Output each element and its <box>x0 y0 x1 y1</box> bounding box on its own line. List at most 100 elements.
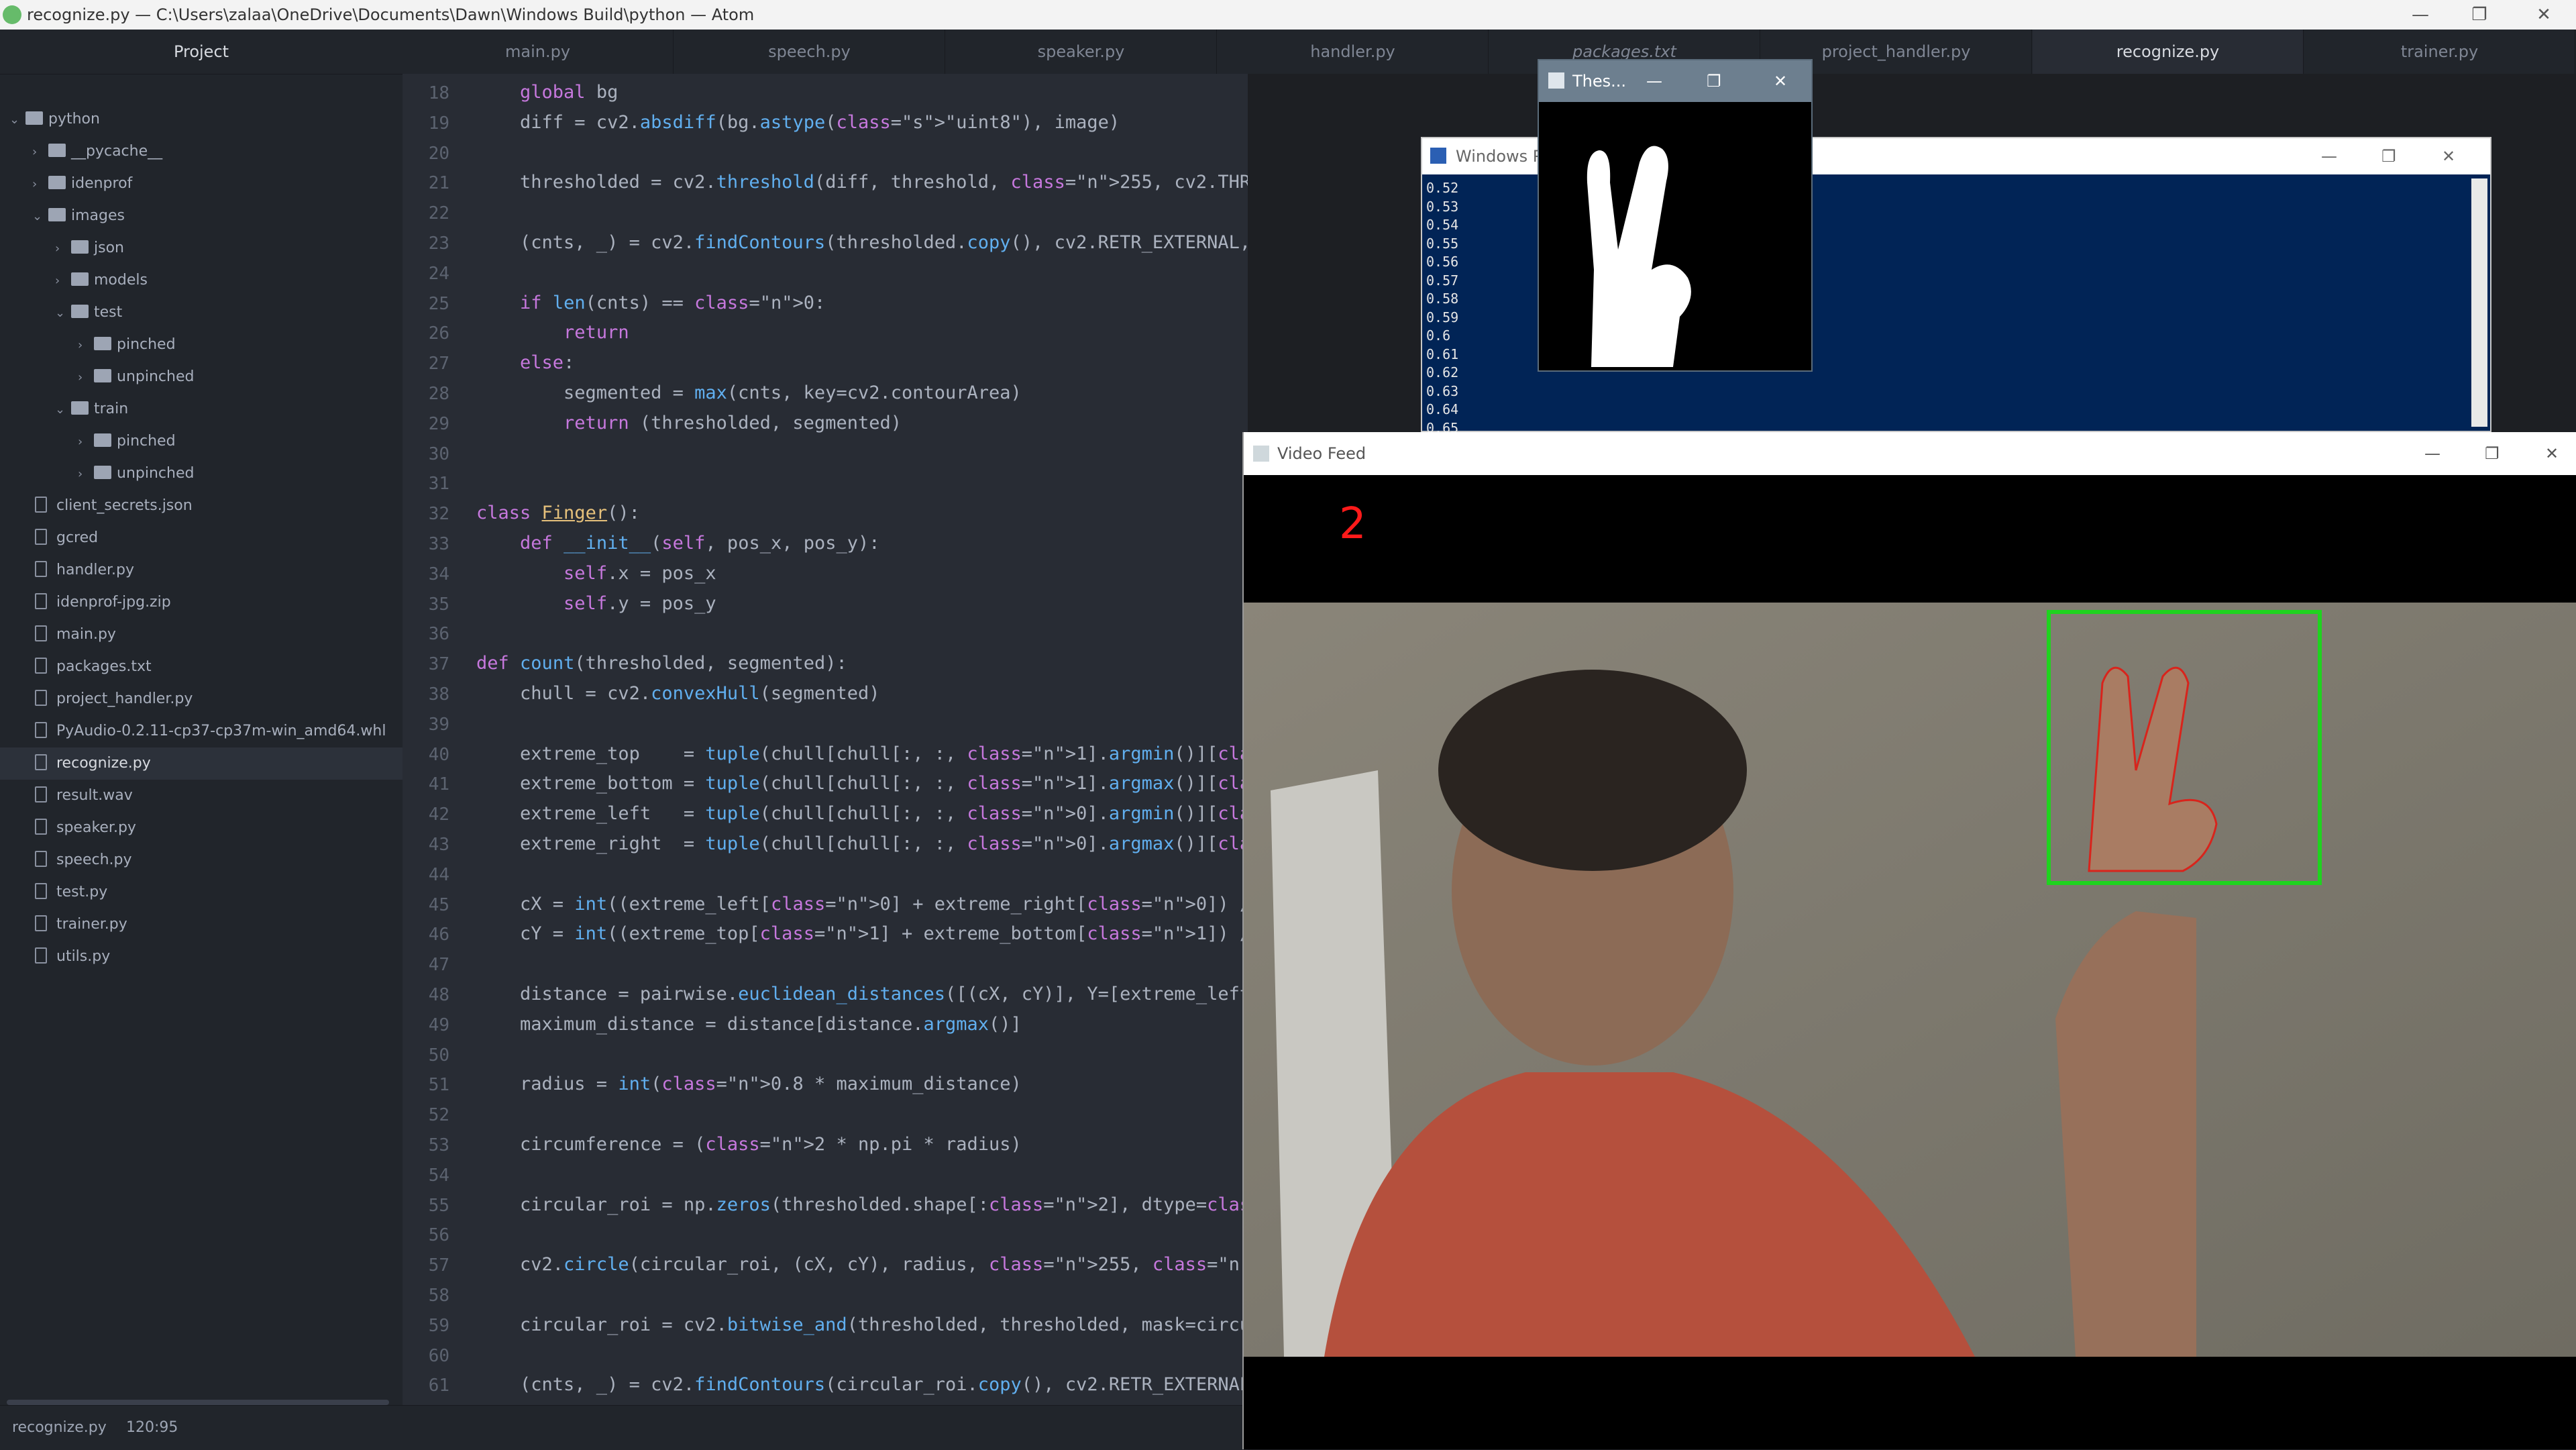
code-line[interactable]: cX = int((extreme_left[class="n">0] + ex… <box>476 894 1248 915</box>
close-button[interactable]: ✕ <box>2512 0 2576 30</box>
code-line[interactable]: radius = int(class="n">0.8 * maximum_dis… <box>476 1074 1022 1094</box>
code-line[interactable]: diff = cv2.absdiff(bg.astype(class="s">"… <box>476 112 1120 133</box>
video-feed-window[interactable]: Video Feed — ❐ ✕ 2 <box>1242 432 2576 1449</box>
code-line[interactable]: segmented = max(cnts, key=cv2.contourAre… <box>476 382 1022 403</box>
chevron-right-icon[interactable]: › <box>32 168 48 201</box>
video-feed-window-icon <box>1253 446 1269 462</box>
tree-folder[interactable]: › models <box>0 264 402 297</box>
tree-file[interactable]: project_handler.py <box>0 683 402 715</box>
powershell-output-line: 0.52 <box>1426 180 1459 196</box>
tree-folder[interactable]: › pinched <box>0 329 402 361</box>
code-line[interactable]: class Finger(): <box>476 503 640 523</box>
tree-file[interactable]: client_secrets.json <box>0 490 402 522</box>
video-feed-restore-button[interactable]: ❐ <box>2485 432 2500 475</box>
code-line[interactable]: cv2.circle(circular_roi, (cX, cY), radiu… <box>476 1254 1248 1275</box>
chevron-down-icon[interactable]: ⌄ <box>9 104 25 136</box>
code-line[interactable]: (cnts, _) = cv2.findContours(circular_ro… <box>476 1374 1248 1395</box>
powershell-scrollbar[interactable] <box>2471 178 2487 427</box>
tab-trainer-py[interactable]: trainer.py <box>2304 30 2575 74</box>
code-line[interactable]: def count(thresholded, segmented): <box>476 653 847 674</box>
tree-file[interactable]: PyAudio-0.2.11-cp37-cp37m-win_amd64.whl <box>0 715 402 747</box>
code-line[interactable]: extreme_left = tuple(chull[chull[:, :, c… <box>476 803 1248 824</box>
threshold-close-button[interactable]: ✕ <box>1774 60 1787 102</box>
tree-file[interactable]: recognize.py <box>0 747 402 780</box>
folder-icon <box>71 305 89 318</box>
tree-file[interactable]: speaker.py <box>0 812 402 844</box>
chevron-right-icon[interactable]: › <box>55 233 71 265</box>
code-line[interactable]: global bg <box>476 82 618 103</box>
tree-file[interactable]: trainer.py <box>0 909 402 941</box>
code-line[interactable]: if len(cnts) == class="n">0: <box>476 293 825 313</box>
powershell-minimize-button[interactable]: — <box>2321 138 2337 174</box>
tree-file[interactable]: speech.py <box>0 844 402 876</box>
chevron-right-icon[interactable]: › <box>78 458 94 490</box>
code-line[interactable]: (cnts, _) = cv2.findContours(thresholded… <box>476 232 1248 253</box>
chevron-right-icon[interactable]: › <box>78 329 94 362</box>
powershell-restore-button[interactable]: ❐ <box>2381 138 2396 174</box>
tree-folder[interactable]: ⌄ train <box>0 393 402 425</box>
code-line[interactable]: circular_roi = cv2.bitwise_and(threshold… <box>476 1314 1248 1335</box>
tree-file[interactable]: main.py <box>0 619 402 651</box>
threshold-title-bar[interactable]: Thes... — ❐ ✕ <box>1539 60 1811 102</box>
tab-recognize-py[interactable]: recognize.py <box>2033 30 2304 74</box>
code-line[interactable]: thresholded = cv2.threshold(diff, thresh… <box>476 172 1248 193</box>
tree-file[interactable]: test.py <box>0 876 402 909</box>
tree-folder[interactable]: › pinched <box>0 425 402 458</box>
tab-speaker-py[interactable]: speaker.py <box>946 30 1217 74</box>
tree-folder[interactable]: ⌄ python <box>0 103 402 136</box>
tree-file[interactable]: packages.txt <box>0 651 402 683</box>
threshold-window[interactable]: Thes... — ❐ ✕ <box>1538 59 1813 372</box>
tree-folder[interactable]: › json <box>0 232 402 264</box>
tree-folder[interactable]: ⌄ test <box>0 297 402 329</box>
tab-speech-py[interactable]: speech.py <box>674 30 945 74</box>
powershell-close-button[interactable]: ✕ <box>2442 138 2455 174</box>
tree-folder[interactable]: › unpinched <box>0 458 402 490</box>
chevron-right-icon[interactable]: › <box>55 265 71 297</box>
restore-button[interactable]: ❐ <box>2447 0 2512 30</box>
folder-icon <box>48 176 66 189</box>
code-line[interactable]: else: <box>476 352 574 373</box>
tree-folder[interactable]: › __pycache__ <box>0 136 402 168</box>
status-file-name[interactable]: recognize.py <box>12 1406 107 1450</box>
threshold-minimize-button[interactable]: — <box>1646 60 1662 102</box>
chevron-down-icon[interactable]: ⌄ <box>55 297 71 329</box>
line-number: 36 <box>428 624 449 645</box>
tree-folder[interactable]: › unpinched <box>0 361 402 393</box>
minimize-button[interactable]: — <box>2388 0 2453 30</box>
code-line[interactable]: self.y = pos_y <box>476 593 716 614</box>
code-line[interactable]: chull = cv2.convexHull(segmented) <box>476 683 879 704</box>
video-feed-close-button[interactable]: ✕ <box>2545 432 2559 475</box>
tree-file[interactable]: handler.py <box>0 554 402 586</box>
tree-file[interactable]: result.wav <box>0 780 402 812</box>
chevron-down-icon[interactable]: ⌄ <box>32 201 48 233</box>
code-editor[interactable]: 18 19 20 21 22 23 24 25 26 27 28 29 30 31 32 33 34 35 36 37… <box>402 74 1248 1405</box>
status-cursor-position[interactable]: 120:95 <box>126 1406 178 1450</box>
chevron-right-icon[interactable]: › <box>78 362 94 394</box>
code-line[interactable]: extreme_bottom = tuple(chull[chull[:, :,… <box>476 773 1248 794</box>
chevron-right-icon[interactable]: › <box>78 426 94 458</box>
tree-file[interactable]: utils.py <box>0 941 402 973</box>
video-feed-title-bar[interactable]: Video Feed — ❐ ✕ <box>1244 432 2576 475</box>
code-line[interactable]: maximum_distance = distance[distance.arg… <box>476 1014 1022 1035</box>
code-line[interactable]: circumference = (class="n">2 * np.pi * r… <box>476 1134 1022 1155</box>
tree-file[interactable]: gcred <box>0 522 402 554</box>
chevron-down-icon[interactable]: ⌄ <box>55 394 71 426</box>
tab-main-py[interactable]: main.py <box>402 30 674 74</box>
sidebar-scrollbar[interactable] <box>7 1400 389 1405</box>
video-feed-minimize-button[interactable]: — <box>2424 432 2440 475</box>
code-line[interactable]: distance = pairwise.euclidean_distances(… <box>476 984 1248 1004</box>
code-line[interactable]: self.x = pos_x <box>476 563 716 584</box>
code-line[interactable]: extreme_right = tuple(chull[chull[:, :, … <box>476 833 1248 854</box>
chevron-right-icon[interactable]: › <box>32 136 48 168</box>
code-line[interactable]: circular_roi = np.zeros(thresholded.shap… <box>476 1194 1248 1215</box>
code-line[interactable]: return (thresholded, segmented) <box>476 413 902 433</box>
tree-folder[interactable]: › idenprof <box>0 168 402 200</box>
threshold-restore-button[interactable]: ❐ <box>1707 60 1721 102</box>
code-line[interactable]: extreme_top = tuple(chull[chull[:, :, cl… <box>476 743 1248 764</box>
code-line[interactable]: return <box>476 322 629 343</box>
code-line[interactable]: def __init__(self, pos_x, pos_y): <box>476 533 879 554</box>
tree-file[interactable]: idenprof-jpg.zip <box>0 586 402 619</box>
code-line[interactable]: cY = int((extreme_top[class="n">1] + ext… <box>476 923 1248 944</box>
tree-folder[interactable]: ⌄ images <box>0 200 402 232</box>
tab-handler-py[interactable]: handler.py <box>1218 30 1489 74</box>
